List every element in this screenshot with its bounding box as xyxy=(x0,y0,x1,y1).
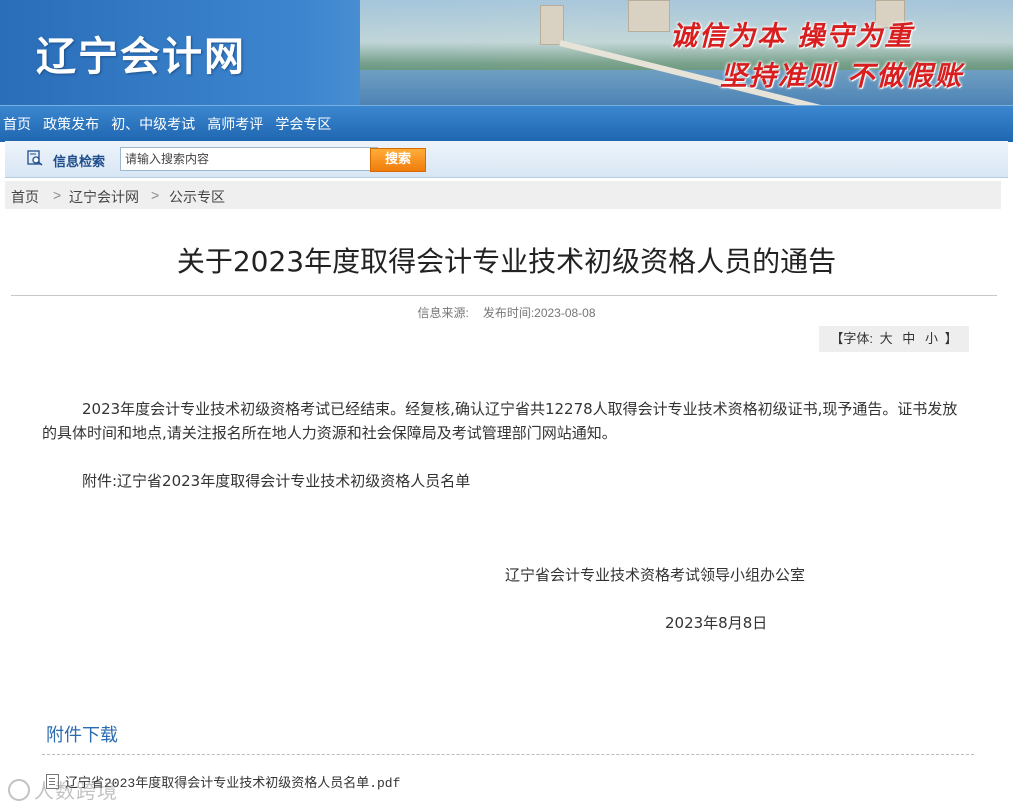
nav-item-policy[interactable]: 政策发布 xyxy=(43,106,99,142)
article-attachment-note: 附件:辽宁省2023年度取得会计专业技术初级资格人员名单 xyxy=(82,472,471,490)
watermark: 人数跨境 xyxy=(8,775,118,804)
nav-item-exam[interactable]: 初、中级考试 xyxy=(111,106,195,142)
nav-item-home[interactable]: 首页 xyxy=(3,106,31,142)
signature-date: 2023年8月8日 xyxy=(665,614,768,632)
search-button[interactable]: 搜索 xyxy=(370,148,426,172)
font-size-medium[interactable]: 中 xyxy=(902,331,915,346)
title-divider xyxy=(11,295,997,296)
breadcrumb-home[interactable]: 首页 xyxy=(11,187,39,207)
main-nav: 首页 政策发布 初、中级考试 高师考评 学会专区 xyxy=(0,105,1013,142)
attachments-divider xyxy=(42,754,974,755)
font-size-close: 】 xyxy=(944,331,958,346)
font-size-switcher: 【字体: 大 中 小 】 xyxy=(819,326,969,352)
nav-item-society[interactable]: 学会专区 xyxy=(275,106,331,142)
search-bar: 信息检索 搜索 xyxy=(5,141,1008,178)
nav-item-senior-review[interactable]: 高师考评 xyxy=(207,106,263,142)
font-size-label: 【字体: xyxy=(830,331,874,346)
source-label: 信息来源: xyxy=(417,306,469,320)
attachments-heading: 附件下载 xyxy=(46,725,118,746)
search-icon xyxy=(27,150,43,166)
signature-org: 辽宁省会计专业技术资格考试领导小组办公室 xyxy=(505,566,806,584)
site-logo[interactable]: 辽宁会计网 xyxy=(36,24,246,82)
chevron-right-icon: > xyxy=(53,187,62,203)
font-size-small[interactable]: 小 xyxy=(925,331,938,346)
publish-date: 发布时间:2023-08-08 xyxy=(482,306,596,320)
search-label: 信息检索 xyxy=(53,154,106,169)
font-size-large[interactable]: 大 xyxy=(880,331,893,346)
slogan-line2: 坚持准则 不做假账 xyxy=(720,61,964,92)
breadcrumb-current[interactable]: 公示专区 xyxy=(169,187,225,207)
watermark-logo-icon xyxy=(8,779,30,801)
breadcrumb: 首页 > 辽宁会计网 > 公示专区 xyxy=(5,181,1001,209)
slogan-line1: 诚信为本 操守为重 xyxy=(670,21,914,52)
article-title: 关于2023年度取得会计专业技术初级资格人员的通告 xyxy=(176,245,837,278)
breadcrumb-site[interactable]: 辽宁会计网 xyxy=(69,187,139,207)
banner-building xyxy=(540,5,564,45)
site-banner: 辽宁会计网 诚信为本 操守为重 坚持准则 不做假账 xyxy=(0,0,1013,105)
chevron-right-icon: > xyxy=(151,187,160,203)
article-meta: 信息来源: 发布时间:2023-08-08 xyxy=(0,304,1013,321)
search-input[interactable] xyxy=(120,147,378,171)
article-paragraph: 2023年度会计专业技术初级资格考试已经结束。经复核,确认辽宁省共12278人取… xyxy=(42,400,958,442)
watermark-text: 人数跨境 xyxy=(34,779,118,803)
banner-building xyxy=(628,0,670,32)
